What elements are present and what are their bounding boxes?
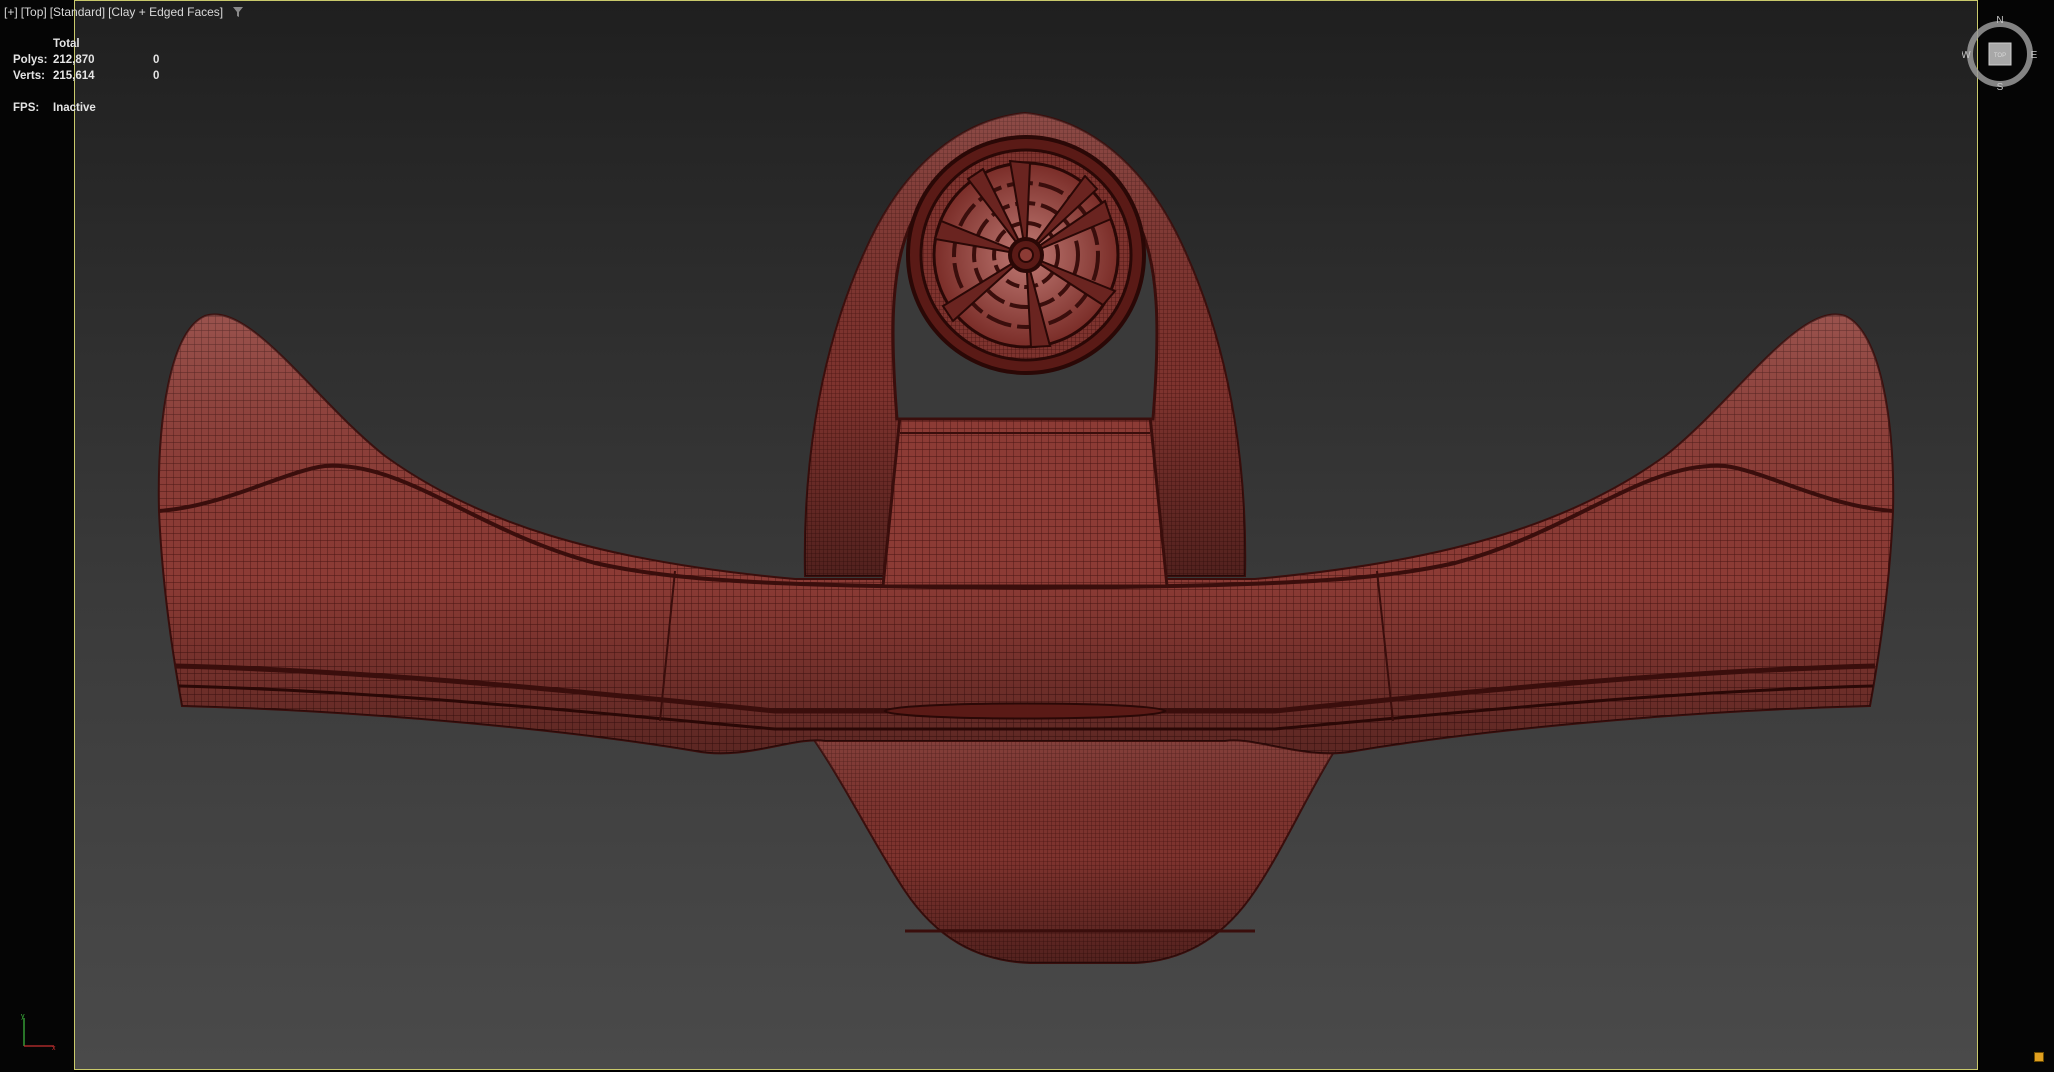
stats-header: Total <box>53 38 80 50</box>
viewport-pov-menu[interactable]: [Top] <box>21 5 47 19</box>
model-canvas[interactable] <box>75 1 1977 1069</box>
scene-statistics: Total Polys: 212,870 0 Verts: 215,614 0 … <box>13 36 173 116</box>
funnel-icon[interactable] <box>232 6 244 18</box>
polys-label: Polys: <box>13 54 48 66</box>
axis-tripod-icon: y x <box>21 1013 56 1052</box>
viewcube-face-label: TOP <box>1994 53 2006 59</box>
polys-total: 212,870 <box>53 54 95 66</box>
viewport-standard-menu[interactable]: [Standard] <box>50 5 105 19</box>
corner-resize-icon[interactable] <box>2034 1052 2044 1062</box>
left-gutter <box>0 0 74 1072</box>
polys-selected: 0 <box>153 54 160 66</box>
viewport-general-menu[interactable]: [+] <box>4 5 18 19</box>
viewcube[interactable]: TOP N S E W <box>1962 14 2038 90</box>
right-gutter <box>1980 0 2054 1072</box>
axis-x-label: x <box>52 1045 56 1052</box>
compass-west: W <box>1962 50 1971 61</box>
viewport-label-menu: [+] [Top] [Standard] [Clay + Edged Faces… <box>4 5 244 19</box>
verts-total: 215,614 <box>53 70 95 82</box>
fps-row: FPS: Inactive <box>13 100 173 116</box>
model-fan <box>906 135 1146 375</box>
axis-y-label: y <box>21 1013 25 1020</box>
max-viewport-app: [+] [Top] [Standard] [Clay + Edged Faces… <box>0 0 2054 1072</box>
compass-east: E <box>2031 50 2038 61</box>
fps-label: FPS: <box>13 102 40 114</box>
viewport-shading-menu[interactable]: [Clay + Edged Faces] <box>108 5 223 19</box>
fps-value: Inactive <box>53 102 96 114</box>
compass-north: N <box>1996 15 2003 26</box>
verts-label: Verts: <box>13 70 45 82</box>
compass-south: S <box>1997 82 2004 90</box>
verts-selected: 0 <box>153 70 160 82</box>
top-viewport[interactable] <box>74 0 1978 1070</box>
